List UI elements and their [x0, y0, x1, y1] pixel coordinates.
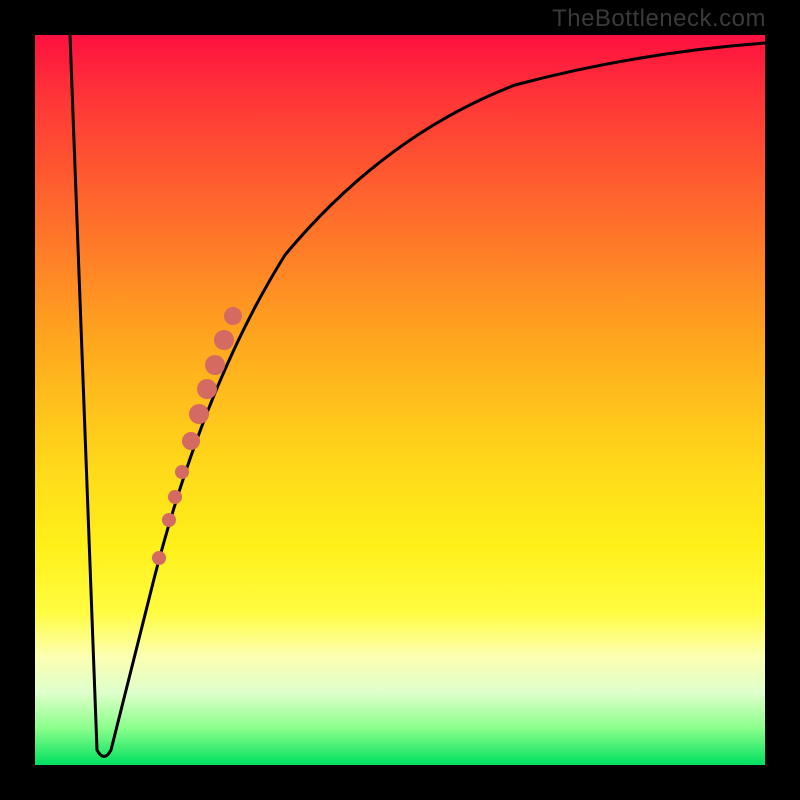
- data-marker: [224, 307, 242, 325]
- curve-svg: [35, 35, 765, 765]
- data-marker: [175, 465, 189, 479]
- data-marker: [189, 404, 209, 424]
- data-marker: [152, 551, 166, 565]
- data-marker: [214, 330, 234, 350]
- data-marker: [162, 513, 176, 527]
- data-marker: [182, 432, 200, 450]
- plot-area: [35, 35, 765, 765]
- data-marker: [205, 355, 225, 375]
- data-marker: [168, 490, 182, 504]
- bottleneck-curve: [70, 35, 765, 757]
- chart-frame: TheBottleneck.com: [0, 0, 800, 800]
- attribution-text: TheBottleneck.com: [552, 5, 766, 33]
- data-marker: [197, 379, 217, 399]
